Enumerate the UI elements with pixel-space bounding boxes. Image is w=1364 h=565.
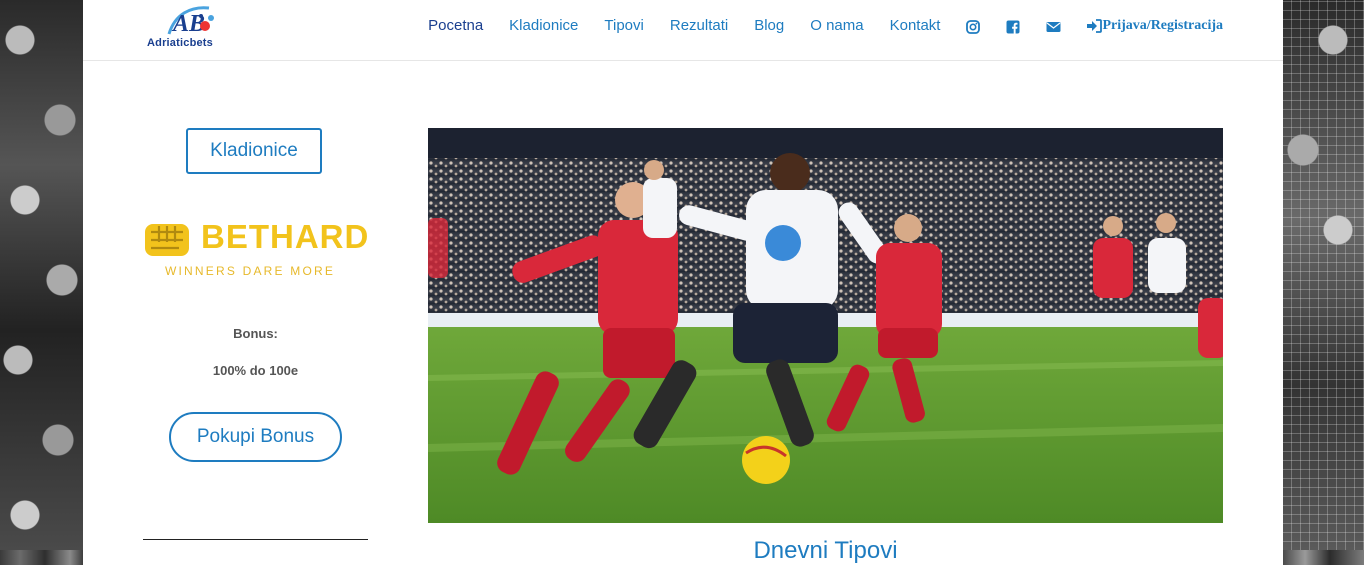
main-nav: Pocetna Kladionice Tipovi Rezultati Blog… — [402, 17, 1223, 34]
bonus-label: Bonus: — [233, 326, 278, 341]
logo-text-adriatic: Adriatic — [147, 37, 190, 49]
login-register-label: Prijava/Registracija — [1102, 17, 1223, 33]
nav-item-pocetna[interactable]: Pocetna — [428, 17, 483, 34]
background-photo-left — [0, 0, 83, 550]
background-photo-right — [1283, 0, 1364, 550]
facebook-icon[interactable] — [1006, 19, 1020, 34]
sign-in-icon — [1087, 18, 1103, 33]
nav-item-o-nama[interactable]: O nama — [810, 17, 863, 34]
nav-item-tipovi[interactable]: Tipovi — [604, 17, 643, 34]
login-register-link[interactable]: Prijava/Registracija — [1086, 18, 1223, 34]
nav-item-kontakt[interactable]: Kontakt — [890, 17, 941, 34]
nav-item-rezultati[interactable]: Rezultati — [670, 17, 728, 34]
logo-text: Adriaticbets — [147, 37, 213, 49]
nav-item-blog[interactable]: Blog — [754, 17, 784, 34]
bethard-logo[interactable]: BETHARD WINNERS DARE MORE — [143, 216, 370, 278]
site-logo[interactable]: AB Adriaticbets — [147, 4, 237, 52]
logo-mark-icon: AB — [167, 6, 214, 37]
logo-text-bets: bets — [189, 37, 213, 49]
hero-football-image — [428, 128, 1223, 523]
page-container: AB Adriaticbets Pocetna Kladionice Tipov… — [83, 0, 1283, 564]
kladionice-button[interactable]: Kladionice — [186, 128, 322, 174]
bookmaker-name: BETHARD — [201, 218, 370, 255]
claim-bonus-button[interactable]: Pokupi Bonus — [169, 412, 342, 462]
fist-icon — [145, 224, 189, 256]
bonus-value: 100% do 100e — [212, 363, 299, 378]
section-title: Dnevni Tipovi — [753, 537, 898, 564]
nav-item-kladionice[interactable]: Kladionice — [509, 17, 578, 34]
bookmaker-tagline: WINNERS DARE MORE — [165, 264, 336, 278]
envelope-icon[interactable] — [1046, 19, 1061, 33]
sidebar-divider — [143, 539, 368, 540]
instagram-icon[interactable] — [966, 19, 981, 34]
site-header: AB Adriaticbets Pocetna Kladionice Tipov… — [83, 0, 1283, 61]
